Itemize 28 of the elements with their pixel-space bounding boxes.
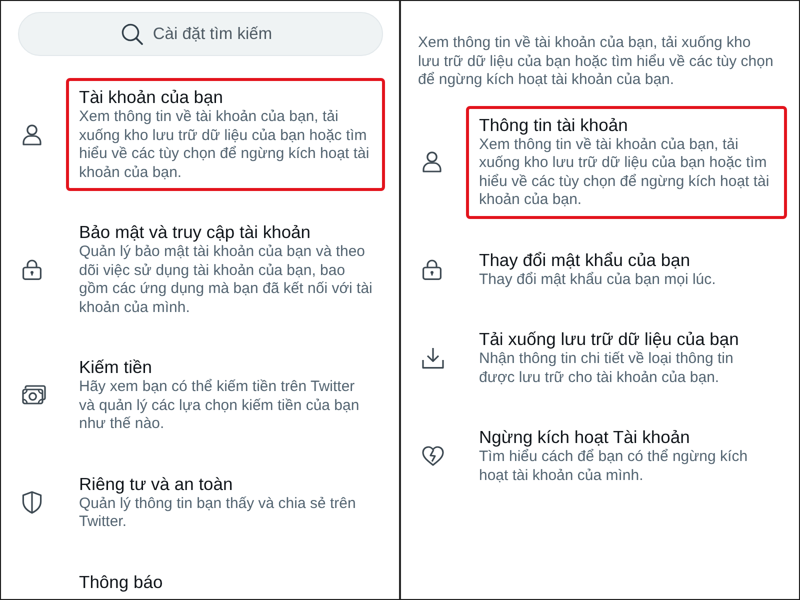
setting-title[interactable]: Riêng tư và an toàn [79, 472, 374, 494]
lock-icon [422, 258, 442, 280]
setting-title[interactable]: Thay đổi mật khẩu của bạn [479, 248, 771, 270]
search-icon [121, 23, 143, 45]
setting-title[interactable]: Tải xuống lưu trữ dữ liệu của bạn [479, 328, 771, 350]
setting-title[interactable]: Bảo mật và truy cập tài khoản [79, 221, 374, 243]
setting-title[interactable]: Tài khoản của bạn [79, 86, 374, 108]
setting-description: Thay đổi mật khẩu của bạn mọi lúc. [479, 270, 717, 289]
setting-title[interactable]: Ngừng kích hoạt Tài khoản [479, 426, 771, 448]
setting-description: Quản lý bảo mật tài khoản của bạn và theo dõi việc sử dụng tài khoản của bạn, bao gồm các ứng dụng mà bạn đã kết nối với tài khoản của mình. [79, 243, 374, 317]
setting-title[interactable]: Thông tin tài khoản [479, 114, 771, 136]
setting-title[interactable]: Kiếm tiền [79, 356, 374, 378]
setting-title[interactable]: Thông báo [79, 570, 374, 592]
broken-heart-icon [422, 446, 444, 466]
setting-description: Tìm hiểu cách để bạn có thể ngừng kích hoạt tài khoản của mình. [479, 448, 749, 485]
person-icon [422, 151, 442, 173]
setting-description: Quản lý thông tin bạn thấy và chia sẻ trên Twitter. [79, 494, 357, 532]
shield-icon [22, 491, 42, 514]
setting-description: Xem thông tin về tài khoản của bạn, tải xuống kho lưu trữ dữ liệu của bạn hoặc tìm hiểu về các tùy chọn để ngừng kích hoạt tài khoản của bạn. [79, 108, 370, 182]
setting-description: Nhận thông tin chi tiết về loại thông tin được lưu trữ cho tài khoản của bạn. [479, 350, 734, 387]
intro-text: Xem thông tin về tài khoản của bạn, tải xuống kho lưu trữ dữ liệu của bạn hoặc tìm hiểu về các tùy chọn để ngừng kích hoạt tài khoản của bạn. [418, 34, 774, 90]
lock-icon [22, 259, 42, 280]
setting-description: Xem thông tin về tài khoản của bạn, tải xuống kho lưu trữ dữ liệu của bạn hoặc tìm hiểu về các tùy chọn để ngừng kích hoạt tài khoản của bạn. [479, 136, 770, 210]
download-icon [422, 347, 444, 369]
banknote-icon [22, 385, 46, 406]
person-icon [22, 124, 42, 146]
setting-description: Hãy xem bạn có thể kiếm tiền trên Twitter và quản lý các lựa chọn kiếm tiền của bạn như thế nào. [79, 378, 360, 434]
search-field[interactable]: Cài đặt tìm kiếm [18, 12, 383, 56]
